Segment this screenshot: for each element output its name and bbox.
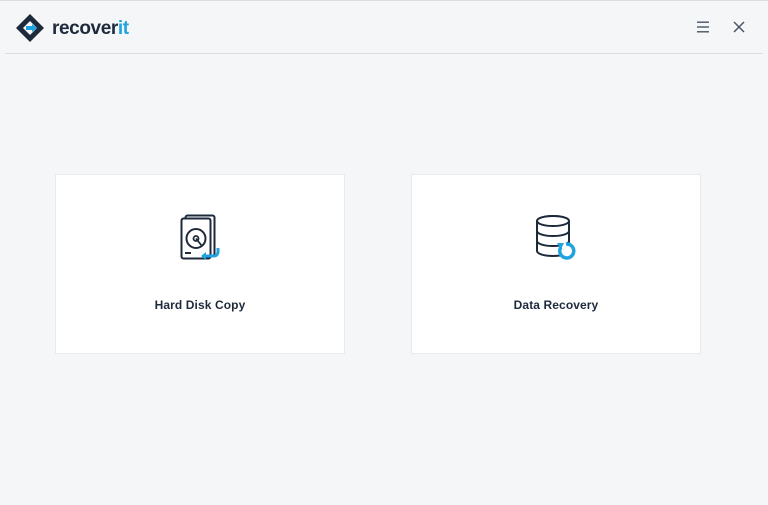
recoverit-logo-icon [16, 14, 44, 42]
hamburger-menu-icon [697, 21, 709, 33]
app-logo: recoverit [15, 13, 129, 43]
data-recovery-icon [536, 215, 576, 260]
menu-button[interactable] [693, 17, 713, 37]
app-window: recoverit Hard Disk Copy Data Recovery [0, 0, 768, 505]
close-icon [733, 21, 745, 33]
hard-disk-copy-label: Hard Disk Copy [154, 298, 246, 312]
data-recovery-card[interactable]: Data Recovery [411, 174, 701, 354]
title-bar-divider [5, 53, 763, 54]
close-button[interactable] [729, 17, 749, 37]
app-logo-text: recoverit [52, 17, 129, 39]
hard-disk-copy-card[interactable]: Hard Disk Copy [55, 174, 345, 354]
title-bar: recoverit [0, 1, 768, 54]
hard-disk-copy-icon [180, 214, 220, 260]
data-recovery-label: Data Recovery [513, 298, 599, 312]
